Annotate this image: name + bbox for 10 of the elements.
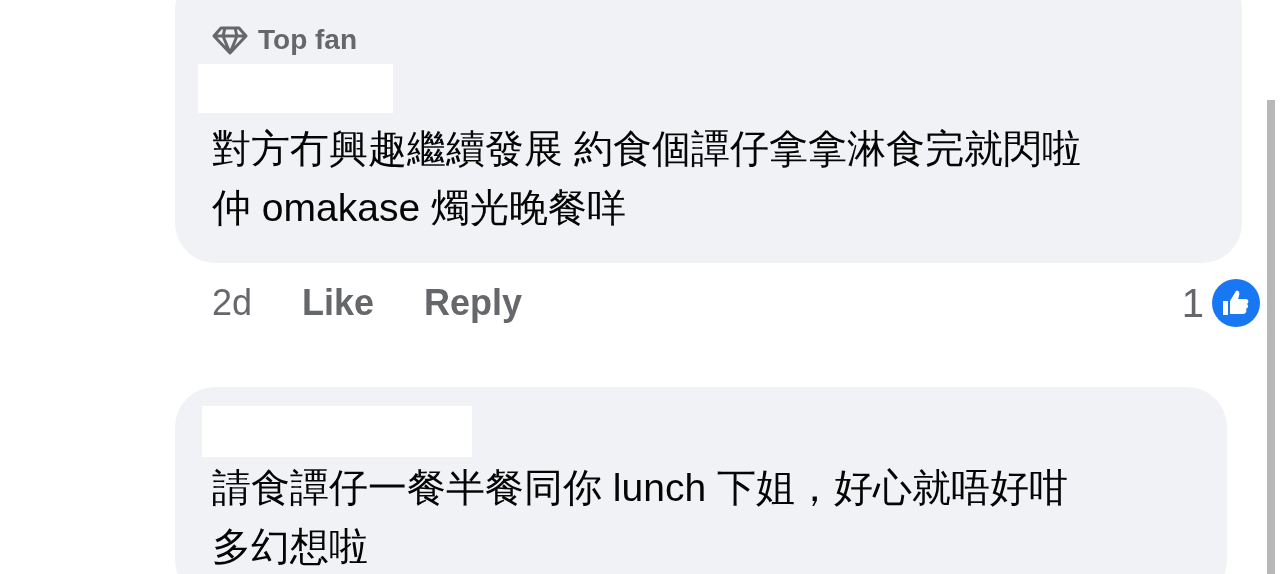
comment-text: 對方冇興趣繼續發展 約食個譚仔拿拿淋食完就閃啦仲 omakase 燭光晚餐咩 xyxy=(212,126,1082,231)
diamond-icon xyxy=(212,25,248,55)
comment-text: 請食譚仔一餐半餐同你 lunch 下姐，好心就唔好咁多幻想啦 xyxy=(212,465,1069,570)
comment-time[interactable]: 2d xyxy=(212,276,253,330)
like-reaction-icon[interactable] xyxy=(1212,279,1260,327)
reply-link[interactable]: Reply xyxy=(424,276,523,330)
scrollbar[interactable] xyxy=(1267,100,1275,574)
reaction-count[interactable]: 1 xyxy=(1181,273,1204,333)
like-link[interactable]: Like xyxy=(302,276,375,330)
top-fan-label: Top fan xyxy=(258,23,357,57)
